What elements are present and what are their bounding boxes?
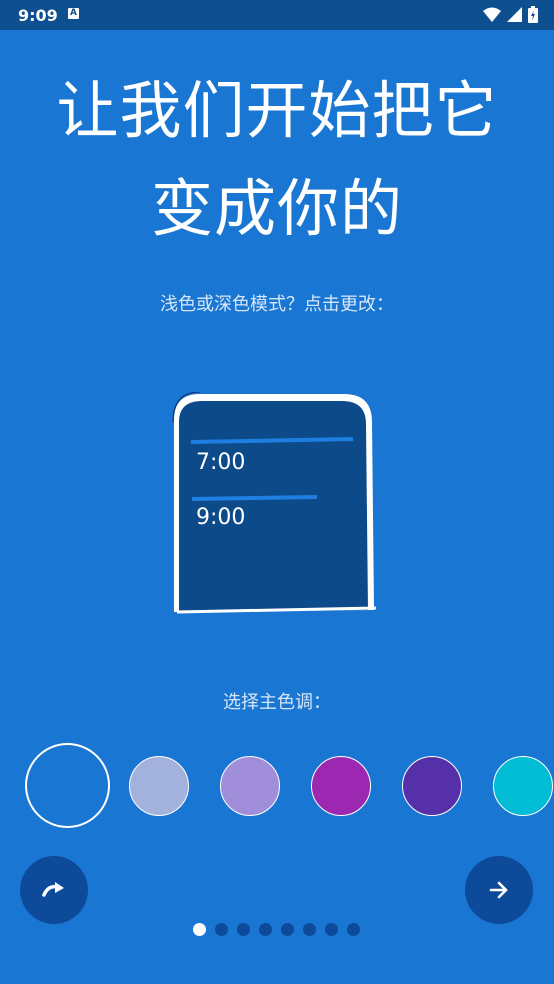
phone-illustration xyxy=(172,391,377,614)
signal-icon xyxy=(507,7,522,22)
arrow-right-icon xyxy=(489,881,508,899)
page-dot-3 xyxy=(237,923,250,936)
accent-swatch-blue[interactable] xyxy=(25,743,110,828)
skip-button[interactable] xyxy=(20,856,88,924)
theme-preview-phone[interactable]: 7:00 9:00 xyxy=(170,391,377,614)
accent-swatch-magenta[interactable] xyxy=(311,756,371,816)
title-line-1: 让我们开始把它 xyxy=(56,74,498,147)
accent-prompt: 选择主色调： xyxy=(223,692,331,713)
redo-arrow-icon xyxy=(42,882,64,897)
wifi-icon xyxy=(483,7,501,22)
accent-swatch-deep-purple[interactable] xyxy=(402,756,462,816)
alarm-time-2: 9:00 xyxy=(196,505,246,530)
status-bar: 9:09 A xyxy=(0,0,554,30)
accent-swatch-light-purple[interactable] xyxy=(220,756,280,816)
page-dot-5 xyxy=(281,923,294,936)
next-button[interactable] xyxy=(465,856,533,924)
title-line-2: 变成你的 xyxy=(150,172,403,245)
alarm-time-1: 7:00 xyxy=(196,450,246,475)
page-dot-8 xyxy=(347,923,360,936)
theme-prompt: 浅色或深色模式？点击更改： xyxy=(160,294,394,315)
page-dot-2 xyxy=(215,923,228,936)
battery-icon xyxy=(528,6,538,23)
page-dot-6 xyxy=(303,923,316,936)
accent-swatch-cyan[interactable] xyxy=(493,756,553,816)
status-time: 9:09 xyxy=(18,6,58,25)
accent-swatch-lavender[interactable] xyxy=(129,756,189,816)
page-dot-7 xyxy=(325,923,338,936)
notification-a-icon: A xyxy=(68,8,79,19)
page-dot-4 xyxy=(259,923,272,936)
status-icons xyxy=(483,6,538,23)
page-indicator xyxy=(193,923,360,936)
page-dot-1 xyxy=(193,923,206,936)
page-title: 让我们开始把它 变成你的 xyxy=(0,62,554,258)
